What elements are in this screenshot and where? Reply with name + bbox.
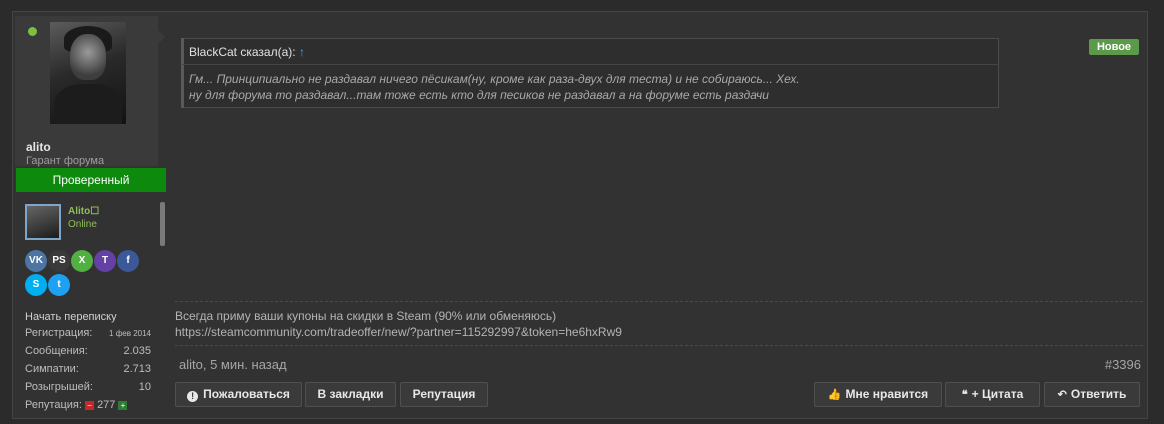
reply-icon: ↶ [1057,389,1067,401]
bookmark-button[interactable]: В закладки [305,382,396,407]
mini-avatar[interactable] [25,204,61,240]
stat-giveaways: Розыгрышей: 10 [25,381,151,399]
bookmark-label: В закладки [317,387,384,401]
new-badge: Новое [1089,39,1139,55]
stat-messages: Сообщения: 2.035 [25,345,151,363]
scrollbar[interactable] [160,202,165,246]
like-label: Мне нравится [845,387,929,401]
reputation-value: 277 [97,399,116,411]
card-username[interactable]: Alito☐ [68,206,99,217]
stat-value[interactable]: 2.035 [123,345,151,357]
quote-header: BlackCat сказал(а): ↑ [182,39,998,65]
stat-registration: Регистрация: 1 фев 2014 [25,327,151,345]
quote-body: Гм... Принципиально не раздавал ничего п… [189,71,989,103]
thumbs-up-icon: 👍 [827,389,842,401]
user-stats: Регистрация: 1 фев 2014 Сообщения: 2.035… [25,327,151,417]
stat-sympathies: Симпатии: 2.713 [25,363,151,381]
social-links: VK PS X Tf St [25,250,155,298]
post-number[interactable]: #3396 [1105,357,1141,372]
post-meta[interactable]: alito, 5 мин. назад [179,357,287,372]
skype-icon[interactable]: S [25,274,47,296]
xbox-icon[interactable]: X [71,250,93,272]
report-button[interactable]: ! Пожаловаться [175,382,302,407]
start-conversation-link[interactable]: Начать переписку [25,311,117,323]
stat-label: Розыгрышей: [25,381,93,393]
forum-post: alito Гарант форума Проверенный Alito☐ O… [12,11,1148,419]
signature-link[interactable]: https://steamcommunity.com/tradeoffer/ne… [175,324,622,340]
quote-line: Гм... Принципиально не раздавал ничего п… [189,72,800,86]
quote-block: BlackCat сказал(а): ↑ Гм... Принципиальн… [181,38,999,108]
stat-reputation: Репутация: − 277 + [25,399,151,417]
online-indicator [28,27,37,36]
avatar-container: alito Гарант форума [15,16,165,167]
quote-button[interactable]: ❝ + Цитата [945,382,1040,407]
stat-value: 10 [138,381,151,393]
stat-label: Сообщения: [25,345,88,357]
arrow-up-icon[interactable]: ↑ [299,45,305,59]
like-button[interactable]: 👍 Мне нравится [814,382,942,407]
quote-icon: ❝ [961,389,968,401]
reputation-button[interactable]: Репутация [400,382,488,407]
verified-banner: Проверенный [16,168,166,192]
quote-author: BlackCat сказал(а): [189,45,296,59]
stat-value: 1 фев 2014 [109,329,151,338]
vk-icon[interactable]: VK [25,250,47,272]
reputation-value-group: − 277 + [85,399,128,411]
reputation-plus-icon[interactable]: + [118,400,128,410]
username-link[interactable]: alito [26,140,51,154]
facebook-icon[interactable]: f [117,250,139,272]
reply-label: Ответить [1070,387,1127,401]
twitter-icon[interactable]: t [48,274,70,296]
stat-label: Симпатии: [25,363,79,375]
meta-divider [175,345,1143,346]
playstation-icon[interactable]: PS [48,250,70,272]
signature: Всегда приму ваши купоны на скидки в Ste… [175,308,622,340]
signature-divider [175,301,1143,302]
stat-label: Репутация: [25,399,82,411]
report-label: Пожаловаться [203,387,290,401]
stat-value: 2.713 [123,363,151,375]
reply-button[interactable]: ↶ Ответить [1044,382,1140,407]
signature-line: Всегда приму ваши купоны на скидки в Ste… [175,309,557,323]
user-title: Гарант форума [26,155,105,167]
quote-line: ну для форума то раздавал...там тоже ест… [189,88,769,102]
twitch-icon[interactable]: T [94,250,116,272]
reputation-minus-icon[interactable]: − [85,400,94,410]
avatar[interactable] [50,22,126,124]
alert-icon: ! [187,391,199,402]
reputation-label: Репутация [412,387,476,401]
profile-card: Alito☐ Online VK PS X Tf St Начать переписк… [23,202,165,424]
stat-label: Регистрация: [25,327,93,339]
card-status: Online [68,219,97,230]
quote-label: + Цитата [971,387,1024,401]
